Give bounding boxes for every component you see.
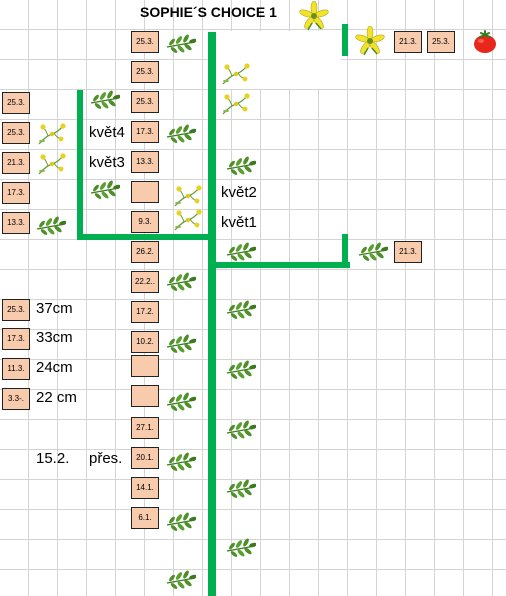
leaf-icon [358,242,388,262]
leaf-icon [166,512,196,532]
date-cell: 27.1. [131,417,159,439]
tomato-icon [472,30,498,54]
date-cell: 25.3. [131,31,159,53]
date-cell: 25.3. [427,31,455,53]
date-cell: 22.2.. [131,271,159,293]
flower-label: květ3 [89,154,125,171]
date-cell: 25.3. [131,91,159,113]
branch-right-horizontal [214,262,350,268]
leaf-icon [166,34,196,54]
date-cell: 20.1. [131,447,159,469]
leaf-icon [36,216,66,236]
date-cell: 17.2. [131,301,159,323]
flower-bud-icon [36,152,66,176]
height-label: 24cm [36,359,73,376]
leaf-icon [166,392,196,412]
flower-bud-icon [36,122,66,146]
leaf-icon [226,242,256,262]
flower-bud-icon [172,184,202,208]
flower-label: květ4 [89,124,125,141]
date-cell: 21.3. [394,31,422,53]
date-cell: 25.3. [2,92,30,114]
leaf-icon [166,452,196,472]
date-cell: 17.3. [2,328,30,350]
sheet-title: SOPHIE´S CHOICE 1 [140,4,277,20]
leaf-icon [226,538,256,558]
height-label: 22 cm [36,389,77,406]
leaf-icon [226,420,256,440]
branch-right-vertical [342,234,348,268]
date-cell: 25.3. [2,299,30,321]
height-label: 37cm [36,300,73,317]
date-cell [131,385,159,407]
open-flower-icon [298,1,330,31]
open-flower-icon [354,26,386,56]
date-label: 15.2. [36,450,70,467]
date-cell: 11.3. [2,358,30,380]
date-cell: 25.3. [131,61,159,83]
date-cell: 25.3. [2,122,30,144]
date-cell: 17.3. [131,121,159,143]
flower-label: květ2 [221,184,257,201]
date-cell [131,181,159,203]
leaf-icon [226,360,256,380]
date-cell: 13.3. [2,212,30,234]
date-cell: 13.3. [131,151,159,173]
leaf-icon [166,272,196,292]
branch-top-right-vertical [342,24,348,56]
leaf-icon [226,156,256,176]
flower-bud-icon [172,208,202,232]
leaf-icon [166,334,196,354]
flower-bud-icon [220,62,250,86]
leaf-icon [226,479,256,499]
date-cell: 9.3. [131,211,159,233]
blank-area [291,31,341,89]
leaf-icon [166,570,196,590]
date-cell: 26.2. [131,241,159,263]
branch-left-horizontal [77,234,214,240]
leaf-icon [226,300,256,320]
date-cell: 21.3. [2,152,30,174]
date-cell: 21.3. [394,241,422,263]
date-cell: 10.2. [131,331,159,353]
branch-left-vertical [77,90,83,240]
date-cell: 14.1. [131,477,159,499]
date-cell: 17.3. [2,182,30,204]
leaf-icon [166,124,196,144]
flower-bud-icon [220,92,250,116]
date-cell: 6.1. [131,507,159,529]
leaf-icon [90,180,120,200]
transplant-label: přes. [89,450,123,467]
main-stem [208,32,216,596]
date-cell [131,355,159,377]
flower-label: květ1 [221,214,257,231]
height-label: 33cm [36,329,73,346]
leaf-icon [90,90,120,110]
spreadsheet-sheet: SOPHIE´S CHOICE 1 25.3. 25.3. 25.3. 17.3… [0,0,506,596]
date-cell: 3.3-. [2,388,30,410]
